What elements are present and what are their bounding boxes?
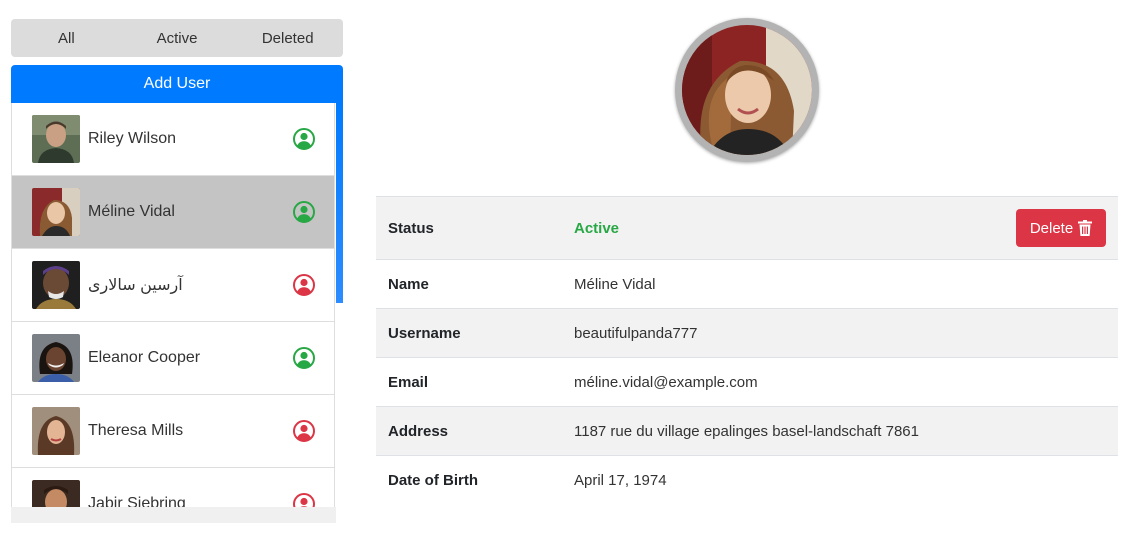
tab-active[interactable]: Active: [122, 19, 233, 57]
user-name: Eleanor Cooper: [88, 349, 201, 366]
dob-label: Date of Birth: [388, 471, 478, 489]
user-circle-icon: [292, 273, 316, 297]
list-item[interactable]: Méline Vidal: [11, 176, 335, 249]
user-circle-icon: [292, 200, 316, 224]
user-circle-icon: [292, 492, 316, 507]
username-label: Username: [388, 324, 461, 342]
status-badge: Active: [574, 219, 620, 237]
scrollbar-thumb[interactable]: [336, 103, 343, 303]
name-value: Méline Vidal: [574, 275, 656, 293]
user-name: Theresa Mills: [88, 422, 184, 439]
user-circle-icon: [292, 127, 316, 151]
detail-row-email: Email méline.vidal@example.com: [376, 357, 1118, 407]
tab-deleted[interactable]: Deleted: [232, 19, 343, 57]
list-footer: [11, 507, 336, 523]
detail-row-dob: Date of Birth April 17, 1974: [376, 455, 1118, 505]
filter-tabs: All Active Deleted: [11, 19, 343, 57]
list-item[interactable]: Riley Wilson: [11, 103, 335, 176]
trash-icon: [1078, 220, 1093, 236]
delete-label: Delete: [1029, 219, 1074, 237]
list-item[interactable]: Eleanor Cooper: [11, 322, 335, 395]
status-label: Status: [388, 219, 434, 237]
user-circle-icon: [292, 346, 316, 370]
add-user-button[interactable]: Add User: [11, 65, 343, 103]
avatar: [32, 188, 80, 236]
email-value: méline.vidal@example.com: [574, 373, 758, 391]
user-circle-icon: [292, 419, 316, 443]
tab-all[interactable]: All: [11, 19, 122, 57]
delete-button[interactable]: Delete: [1016, 209, 1106, 247]
user-list-container[interactable]: Riley Wilson Méline Vidal آرسین سالاری E…: [11, 103, 343, 507]
list-item[interactable]: آرسین سالاری: [11, 249, 335, 322]
user-name: Jabir Siebring: [88, 495, 186, 507]
avatar: [32, 480, 80, 507]
user-list: Riley Wilson Méline Vidal آرسین سالاری E…: [11, 103, 335, 507]
address-value: 1187 rue du village epalinges basel-land…: [574, 422, 919, 440]
dob-value: April 17, 1974: [574, 471, 667, 489]
avatar: [32, 261, 80, 309]
address-label: Address: [388, 422, 449, 440]
list-item[interactable]: Jabir Siebring: [11, 468, 335, 507]
avatar: [32, 334, 80, 382]
list-item[interactable]: Theresa Mills: [11, 395, 335, 468]
user-name: آرسین سالاری: [88, 277, 183, 294]
user-name: Méline Vidal: [88, 203, 175, 220]
user-detail-table: Status Active Delete Name Méline Vidal U…: [376, 196, 1118, 504]
email-label: Email: [388, 373, 429, 391]
detail-row-address: Address 1187 rue du village epalinges ba…: [376, 406, 1118, 456]
list-scrollbar[interactable]: [336, 103, 343, 303]
username-value: beautifulpanda777: [574, 324, 698, 342]
profile-avatar: [675, 18, 819, 162]
detail-row-name: Name Méline Vidal: [376, 259, 1118, 309]
name-label: Name: [388, 275, 429, 293]
avatar: [32, 407, 80, 455]
detail-row-username: Username beautifulpanda777: [376, 308, 1118, 358]
detail-row-status: Status Active Delete: [376, 196, 1118, 260]
avatar: [32, 115, 80, 163]
user-name: Riley Wilson: [88, 130, 177, 147]
